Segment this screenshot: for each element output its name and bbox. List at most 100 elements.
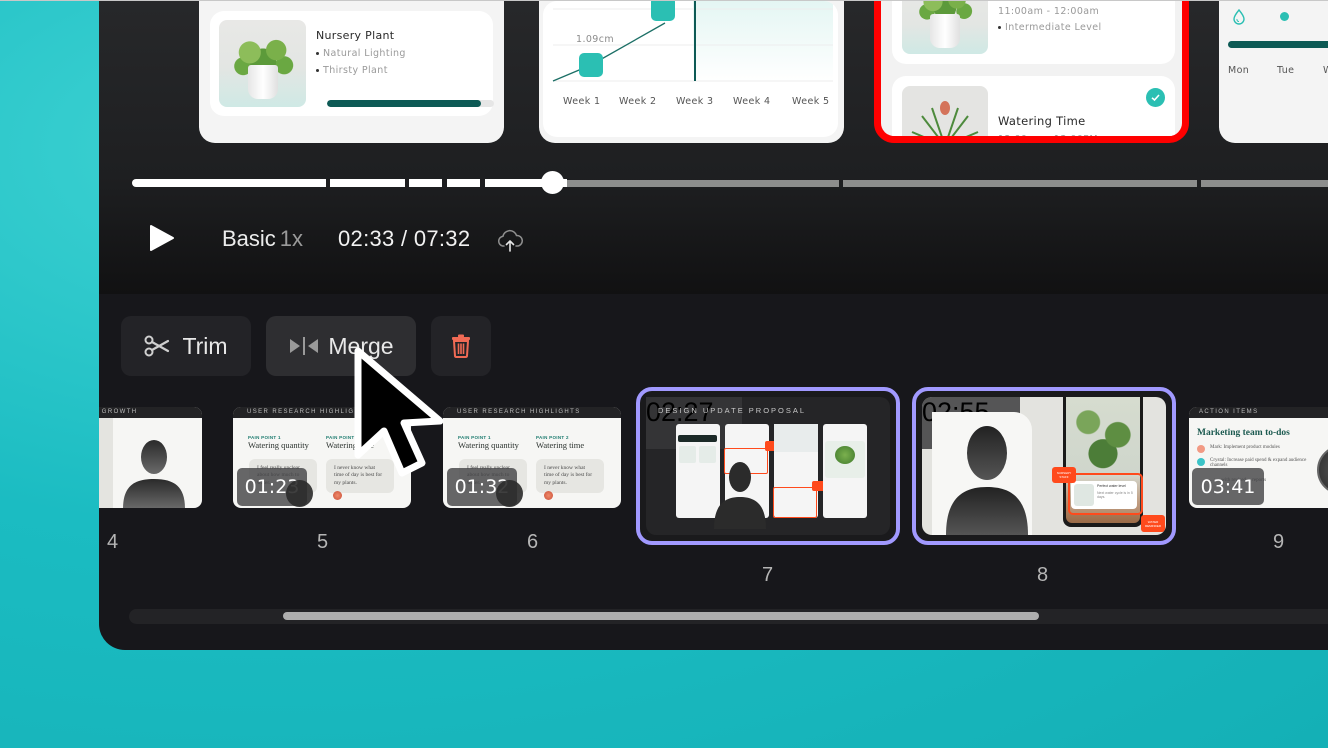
plant-image [902, 1, 988, 54]
merge-label: Merge [328, 332, 394, 359]
time-readout: 02:33 / 07:32 [338, 226, 471, 251]
user-avatar-icon [333, 491, 342, 500]
scrubber-segment [1201, 180, 1328, 187]
scrubber-segment [409, 179, 442, 187]
presenter-bubble-icon [496, 480, 523, 507]
clip-number: 6 [527, 531, 539, 553]
scrubber-knob[interactable] [541, 171, 565, 194]
nursery-plant-tile: Nursery Plant Natural Lighting Thirsty P… [210, 11, 494, 116]
clip-8-slide: Perfect water level Next water cycle is … [922, 397, 1166, 535]
chart-point-week2 [651, 1, 675, 21]
week-label: Week 2 [619, 96, 657, 107]
clip-number: 4 [107, 531, 119, 553]
plant-image [902, 86, 988, 136]
day-label: Tue [1277, 65, 1295, 76]
merge-button[interactable]: Merge [266, 316, 416, 376]
timeline-scrollbar-thumb[interactable] [283, 612, 1040, 620]
timeline-clip-4[interactable]: H GROWTH [99, 407, 202, 508]
plant-progress-fill [327, 100, 481, 107]
todo-avatar-icon [1197, 445, 1205, 453]
playback-speed-button[interactable]: Basic 1x [222, 226, 303, 252]
week-label: Week 3 [676, 96, 714, 107]
clip-7-slide: DESIGN UPDATE PROPOSAL 02:27 [646, 397, 890, 535]
schedule-time: 11:00am - 12:00am [998, 6, 1100, 17]
presenter-bubble-icon [286, 480, 313, 507]
watering-time: 12:00am - 13:00PM [998, 134, 1099, 143]
screen-top-edge [0, 0, 1328, 1]
clip-number: 8 [1037, 564, 1049, 586]
cloud-upload-icon [497, 229, 524, 252]
playback-scrubber[interactable] [132, 171, 1328, 194]
bromeliad-icon [911, 101, 979, 136]
growth-chart: 1.09cm Week 1 Week 2 Week 3 Week 4 Week … [543, 1, 838, 137]
chart-annotation: 1.09cm [576, 34, 615, 45]
timeline-scrollbar[interactable] [129, 609, 1328, 624]
todo-title: Marketing team to-dos [1197, 428, 1290, 438]
plant-bullet: Natural Lighting [316, 48, 406, 59]
scrubber-segment [843, 180, 1197, 187]
user-avatar-icon [544, 491, 553, 500]
clip-header: H GROWTH [99, 407, 202, 418]
clip-header: DESIGN UPDATE PROPOSAL [658, 406, 807, 415]
clip-number: 9 [1273, 531, 1285, 553]
merge-icon [288, 336, 320, 356]
timeline-clip-8[interactable]: Perfect water level Next water cycle is … [912, 387, 1176, 545]
pain-point-title: Watering quantity [458, 440, 519, 450]
current-time: 02:33 [338, 226, 395, 251]
week-label: Week 1 [563, 96, 601, 107]
trash-icon [452, 334, 470, 358]
chart-point-week1 [579, 53, 603, 77]
pain-point-title: Watering time [536, 440, 585, 450]
video-editor-window: Nursery Plant Natural Lighting Thirsty P… [99, 1, 1328, 650]
preview-card-watering-days: Mon Tue W [1219, 1, 1328, 143]
chart-future-area [693, 1, 833, 81]
watering-title: Watering Time [998, 114, 1086, 128]
trim-label: Trim [182, 332, 228, 359]
presenter-avatar-icon [714, 462, 766, 529]
water-reminder-tag: WATER REMINDER [1141, 515, 1165, 532]
clip-header: ACTION ITEMS [1189, 407, 1328, 418]
clip-number: 7 [762, 564, 774, 586]
play-icon [150, 225, 174, 251]
water-drop-icon [1233, 9, 1245, 25]
trim-button[interactable]: Trim [121, 316, 251, 376]
todo-item: Crystal: Increase paid spend & expand au… [1210, 458, 1307, 468]
clip-duration: 03:41 [1192, 468, 1264, 505]
timeline-clip-5[interactable]: USER RESEARCH HIGHLIGHTS PAIN POINT 1 Wa… [233, 407, 411, 508]
timeline-clip-6[interactable]: USER RESEARCH HIGHLIGHTS PAIN POINT 1 Wa… [443, 407, 621, 508]
preview-card-nursery: Nursery Plant Natural Lighting Thirsty P… [199, 1, 504, 143]
schedule-tile: 11:00am - 12:00am Intermediate Level [892, 1, 1175, 64]
schedule-level: Intermediate Level [998, 22, 1102, 33]
todo-avatar-icon [1197, 458, 1205, 466]
play-button[interactable] [147, 223, 177, 253]
watering-time-tile: Watering Time 12:00am - 13:00PM [892, 76, 1175, 143]
todo-item: Mark: Implement product modules [1210, 445, 1280, 450]
playback-speed: 1x [279, 226, 304, 251]
playback-mode: Basic [222, 226, 276, 251]
watered-dot-icon [1280, 12, 1289, 21]
plant-image [219, 20, 306, 107]
scrubber-segment [330, 179, 405, 187]
watering-week-bar [1228, 41, 1328, 48]
week-label: Week 5 [792, 96, 830, 107]
scrubber-segment [567, 180, 839, 187]
growth-line [552, 22, 666, 82]
scissors-icon [144, 335, 170, 357]
scrubber-segment [132, 179, 326, 187]
upload-button[interactable] [496, 227, 524, 253]
video-player: Nursery Plant Natural Lighting Thirsty P… [99, 1, 1328, 294]
timeline-clip-7[interactable]: DESIGN UPDATE PROPOSAL 02:27 [636, 387, 900, 545]
preview-card-schedule: 11:00am - 12:00am Intermediate Level Wat… [874, 1, 1189, 143]
plant-bullet: Thirsty Plant [316, 65, 388, 76]
presenter-avatar-icon [123, 440, 185, 508]
day-label: Mon [1228, 65, 1250, 76]
timeline-clip-9[interactable]: ACTION ITEMS Marketing team to-dos Mark:… [1189, 407, 1328, 508]
quote-bubble: I never know what time of day is best fo… [326, 459, 394, 493]
presenter-bubble-icon [1317, 445, 1328, 495]
clip-header: USER RESEARCH HIGHLIGHTS [233, 407, 411, 418]
mockup-screen [823, 424, 867, 518]
delete-button[interactable] [431, 316, 491, 376]
clip-number: 5 [317, 531, 329, 553]
pain-point-title: Watering quantity [248, 440, 309, 450]
mockup-screen [773, 424, 825, 518]
